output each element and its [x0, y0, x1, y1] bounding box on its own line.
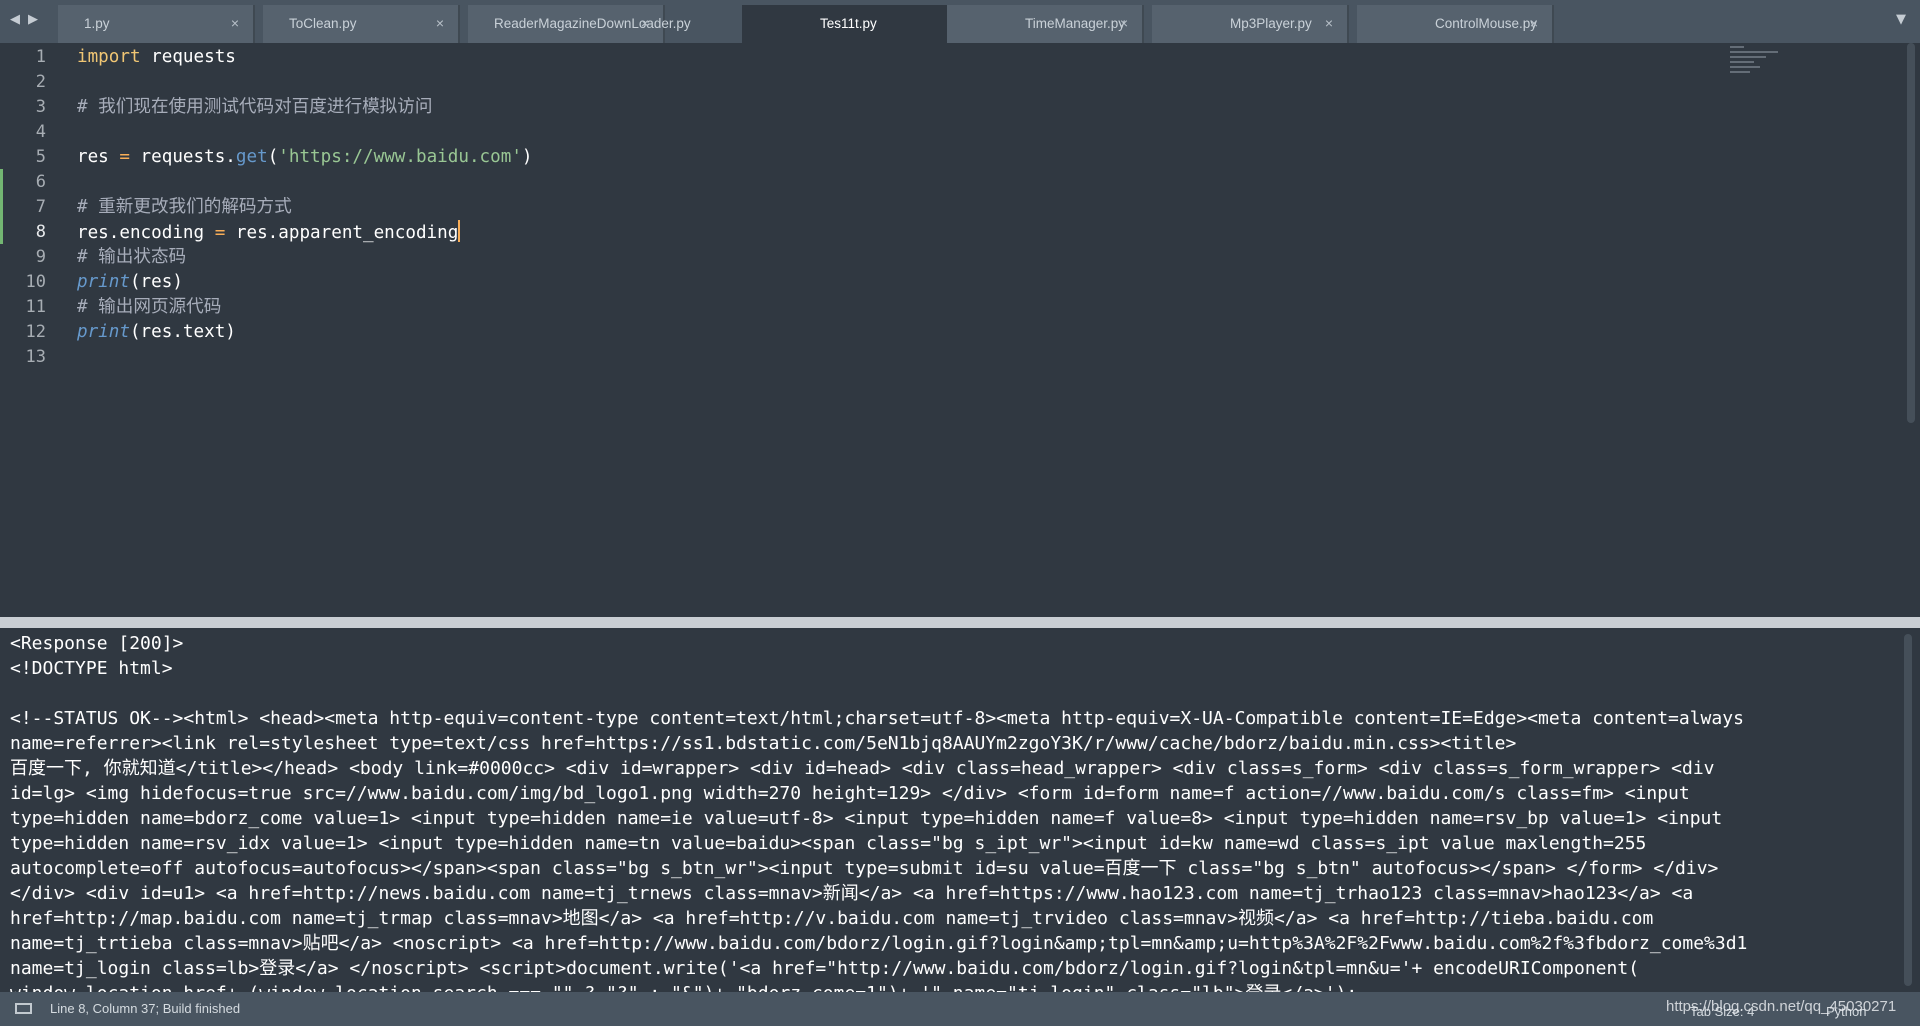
code-line-8[interactable]: res.encoding = res.apparent_encoding: [77, 220, 461, 245]
tab-label: ReaderMagazineDownLoader.py: [494, 16, 691, 31]
output-line: autocomplete=off autofocus=autofocus></s…: [10, 858, 1719, 879]
tab-close-icon[interactable]: ×: [436, 15, 444, 31]
tab-1-py[interactable]: 1.py ×: [58, 5, 255, 43]
code-line-10[interactable]: print(res): [77, 270, 183, 295]
comment: # 重新更改我们的解码方式: [77, 197, 292, 217]
panel-divider[interactable]: [0, 617, 1920, 628]
minimap[interactable]: [1730, 46, 1785, 86]
code-line-5[interactable]: res = requests.get('https://www.baidu.co…: [77, 145, 533, 170]
line-number: 9: [35, 247, 46, 267]
code-text: requests.: [129, 147, 236, 167]
tab-timemanager-py[interactable]: TimeManager.py ×: [947, 5, 1144, 43]
tab-label: Mp3Player.py: [1230, 16, 1312, 31]
tab-label: TimeManager.py: [1025, 16, 1126, 31]
output-line: <!--STATUS OK--><html> <head><meta http-…: [10, 708, 1744, 729]
build-output-panel[interactable]: <Response [200]> <!DOCTYPE html> <!--STA…: [0, 628, 1920, 992]
code-line-7[interactable]: # 重新更改我们的解码方式: [77, 195, 292, 220]
output-line: type=hidden name=bdorz_come value=1> <in…: [10, 808, 1723, 829]
text-cursor: [458, 220, 461, 242]
output-line: name=tj_login class=lb>登录</a> </noscript…: [10, 958, 1640, 979]
line-number-gutter: 1 2 3 4 5 6 7 8 9 10 11 12 13: [0, 43, 64, 617]
tab-mp3player-py[interactable]: Mp3Player.py ×: [1152, 5, 1349, 43]
operator: =: [119, 147, 130, 167]
build-output-text: <Response [200]> <!DOCTYPE html> <!--STA…: [10, 631, 1900, 992]
tab-list-dropdown-icon[interactable]: ▼: [1896, 12, 1906, 27]
function-name: print: [77, 322, 130, 342]
output-line: href=http://map.baidu.com name=tj_trmap …: [10, 908, 1654, 929]
code-text: res.encoding: [77, 223, 215, 243]
editor-scrollbar[interactable]: [1907, 43, 1915, 423]
tab-readermagazinedownloader-py[interactable]: ReaderMagazineDownLoader.py ×: [468, 5, 691, 43]
watermark: https://blog.csdn.net/qq_45030271: [1666, 998, 1897, 1015]
status-message: Line 8, Column 37; Build finished: [50, 1001, 241, 1016]
output-line: </div> <div id=u1> <a href=http://news.b…: [10, 883, 1694, 904]
tab-close-icon[interactable]: ×: [1325, 15, 1333, 31]
code-line-11[interactable]: # 输出网页源代码: [77, 295, 221, 320]
output-line: <!DOCTYPE html>: [10, 658, 173, 679]
output-line: 百度一下, 你就知道</title></head> <body link=#00…: [10, 758, 1715, 779]
tab-toclean-py[interactable]: ToClean.py ×: [263, 5, 460, 43]
output-line: name=tj_trtieba class=mnav>贴吧</a> <noscr…: [10, 933, 1748, 954]
tab-close-icon[interactable]: ×: [231, 15, 239, 31]
line-number: 6: [35, 172, 46, 192]
code-text: res: [77, 147, 120, 167]
line-number: 13: [25, 347, 46, 367]
output-scrollbar[interactable]: [1904, 634, 1912, 986]
output-line: id=lg> <img hidefocus=true src=//www.bai…: [10, 783, 1690, 804]
code-line-3[interactable]: # 我们现在使用测试代码对百度进行模拟访问: [77, 95, 432, 120]
code-text: (res): [129, 272, 183, 292]
code-text: (res.text): [129, 322, 236, 342]
line-number: 11: [25, 297, 46, 317]
code-line-9[interactable]: # 输出状态码: [77, 245, 186, 270]
code-text: (: [267, 147, 279, 167]
code-line-12[interactable]: print(res.text): [77, 320, 236, 345]
line-number: 10: [25, 272, 46, 292]
output-line: <Response [200]>: [10, 633, 184, 654]
code-line-1[interactable]: import requests: [77, 45, 236, 70]
line-number: 12: [25, 322, 46, 342]
line-number: 3: [35, 97, 46, 117]
tab-close-icon[interactable]: ×: [1530, 15, 1538, 31]
tab-forward-icon[interactable]: ▶: [28, 12, 38, 27]
panel-toggle-icon[interactable]: [15, 1003, 32, 1014]
code-text: ): [521, 147, 533, 167]
keyword: import: [77, 47, 141, 67]
tab-navigation: ◀ ▶: [10, 12, 38, 27]
comment: # 我们现在使用测试代码对百度进行模拟访问: [77, 97, 433, 117]
string-literal: 'https://www.baidu.com': [278, 147, 522, 167]
tab-controlmouse-py[interactable]: ControlMouse.py ×: [1357, 5, 1554, 43]
comment: # 输出状态码: [77, 247, 187, 267]
code-text: requests: [140, 47, 236, 67]
output-line: window.location.href+ (window.location.s…: [10, 981, 1900, 992]
status-bar: Line 8, Column 37; Build finished Tab Si…: [0, 992, 1920, 1026]
line-number: 2: [35, 72, 46, 92]
tab-back-icon[interactable]: ◀: [10, 12, 20, 27]
tab-close-icon[interactable]: ×: [641, 15, 649, 31]
tab-label: ControlMouse.py: [1435, 16, 1538, 31]
line-number: 5: [35, 147, 46, 167]
output-line: type=hidden name=rsv_idx value=1> <input…: [10, 833, 1647, 854]
tab-bar: ◀ ▶ 1.py × ToClean.py × ReaderMagazineDo…: [0, 0, 1920, 43]
code-text: res.apparent_encoding: [225, 223, 459, 243]
function-name: get: [235, 147, 268, 167]
function-name: print: [77, 272, 130, 292]
operator: =: [214, 223, 226, 243]
tab-label: Tes11t.py: [820, 16, 877, 31]
line-number: 7: [35, 197, 46, 217]
code-editor[interactable]: 1 2 3 4 5 6 7 8 9 10 11 12 13 import req…: [0, 43, 1920, 617]
tab-label: 1.py: [84, 16, 110, 31]
line-number: 1: [35, 47, 46, 67]
output-line: name=referrer><link rel=stylesheet type=…: [10, 733, 1517, 754]
current-line-number: 8: [35, 222, 46, 242]
tab-label: ToClean.py: [289, 16, 357, 31]
tab-close-icon[interactable]: ×: [1120, 15, 1128, 31]
line-number: 4: [35, 122, 46, 142]
comment: # 输出网页源代码: [77, 297, 222, 317]
